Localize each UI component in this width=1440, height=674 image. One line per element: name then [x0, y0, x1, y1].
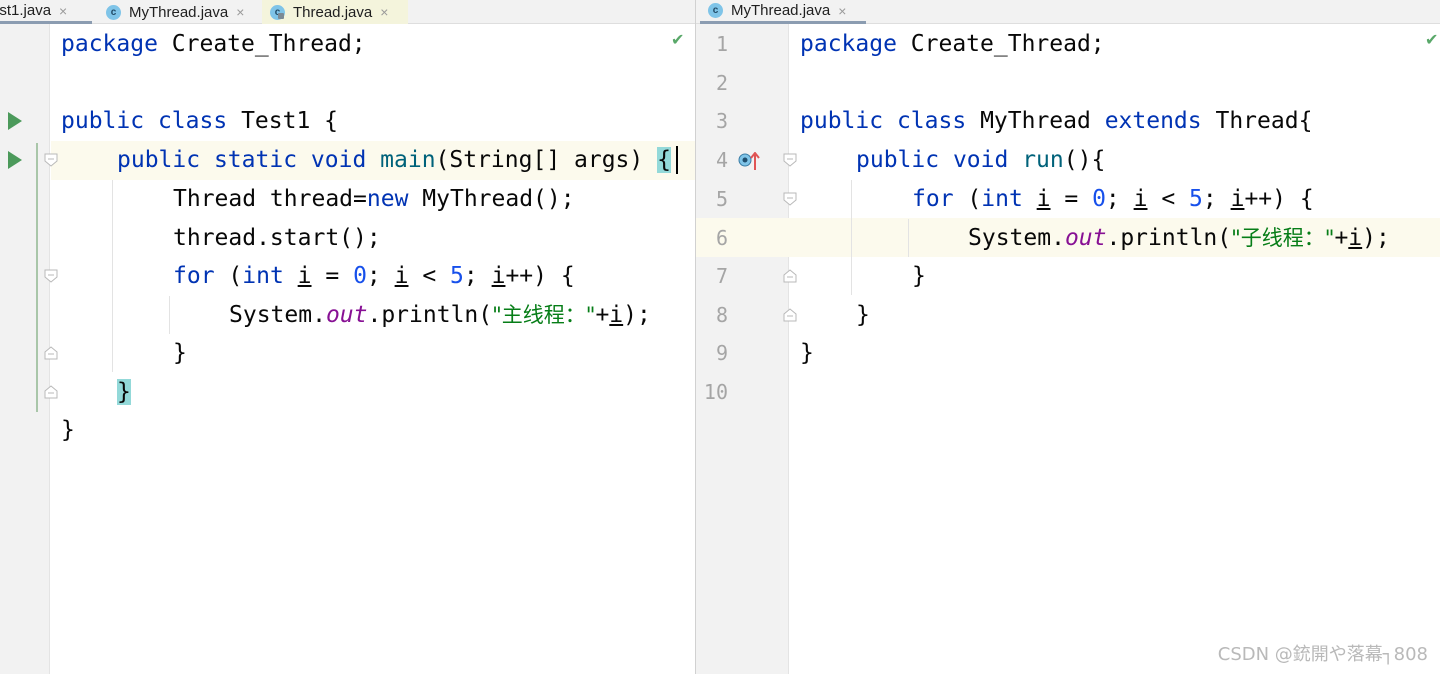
- brace-match-highlight: {: [657, 147, 671, 173]
- inspection-ok-icon: ✔: [671, 30, 685, 49]
- code-line-9[interactable]: }: [173, 334, 187, 373]
- code-line-4[interactable]: public void run(){: [856, 141, 1105, 180]
- tab-mythread-java[interactable]: c MyThread.java ×: [700, 0, 866, 24]
- right-editor-pane: c MyThread.java × 1 2 3 4 5 6 7 8 9 10 ✔…: [696, 0, 1440, 674]
- indent-guide: [112, 180, 113, 372]
- line-number: 6: [715, 226, 728, 250]
- code-line-7[interactable]: for (int i = 0; i < 5; i++) {: [173, 257, 575, 296]
- tab-thread-java[interactable]: c Thread.java ×: [262, 0, 408, 24]
- code-line-8[interactable]: System.out.println("主线程："+i);: [229, 296, 651, 335]
- tab-label: MyThread.java: [129, 3, 229, 21]
- tab-test1-java[interactable]: est1.java ×: [0, 0, 92, 24]
- close-icon[interactable]: ×: [59, 3, 67, 19]
- code-line-3[interactable]: public class MyThread extends Thread{: [800, 102, 1312, 141]
- watermark: CSDN @銃開や落幕┐808: [1217, 644, 1428, 665]
- line-number: 1: [715, 32, 728, 56]
- brace-match-highlight: }: [117, 379, 131, 405]
- class-icon: c: [106, 4, 121, 20]
- fold-open-icon[interactable]: [43, 152, 59, 168]
- run-main-icon[interactable]: [8, 151, 22, 169]
- code-line-6[interactable]: thread.start();: [173, 219, 381, 258]
- inspection-ok-icon: ✔: [1425, 30, 1439, 49]
- left-tab-bar: est1.java × c MyThread.java × c Thread.j…: [0, 0, 695, 24]
- line-number: 7: [715, 264, 728, 288]
- line-number: 4: [715, 148, 728, 172]
- code-line-7[interactable]: }: [912, 257, 926, 296]
- code-line-5[interactable]: for (int i = 0; i < 5; i++) {: [912, 180, 1314, 219]
- tab-label: Thread.java: [293, 3, 373, 21]
- code-line-1[interactable]: package Create_Thread;: [800, 25, 1105, 64]
- fold-open-icon[interactable]: [782, 191, 798, 207]
- tab-label: est1.java: [0, 2, 52, 19]
- right-tab-bar: c MyThread.java ×: [696, 0, 1440, 24]
- tab-mythread-java[interactable]: c MyThread.java ×: [98, 0, 260, 24]
- code-line-3[interactable]: public class Test1 {: [61, 102, 338, 141]
- override-method-icon[interactable]: [738, 151, 762, 176]
- indent-guide: [169, 296, 170, 334]
- line-number: 8: [715, 303, 728, 327]
- code-line-11[interactable]: }: [61, 411, 75, 450]
- code-line-9[interactable]: }: [800, 334, 814, 373]
- code-line-10[interactable]: }: [117, 373, 131, 412]
- run-class-icon[interactable]: [8, 112, 22, 130]
- fold-open-icon[interactable]: [782, 152, 798, 168]
- tab-label: MyThread.java: [731, 2, 831, 19]
- left-editor-pane: est1.java × c MyThread.java × c Thread.j…: [0, 0, 695, 674]
- code-line-8[interactable]: }: [856, 296, 870, 335]
- line-number: 5: [715, 187, 728, 211]
- fold-close-icon[interactable]: [782, 307, 798, 323]
- indent-guide: [851, 180, 852, 295]
- fold-close-icon[interactable]: [43, 384, 59, 400]
- close-icon[interactable]: ×: [380, 4, 388, 20]
- line-number: 2: [715, 71, 728, 95]
- line-number: 10: [703, 380, 728, 404]
- class-icon: c: [708, 3, 723, 18]
- indent-guide: [908, 219, 909, 257]
- class-locked-icon: c: [270, 4, 285, 20]
- vcs-change-marker: [36, 143, 38, 412]
- text-caret: [676, 146, 678, 174]
- close-icon[interactable]: ×: [838, 3, 846, 19]
- fold-close-icon[interactable]: [43, 345, 59, 361]
- close-icon[interactable]: ×: [236, 4, 244, 20]
- line-number: 9: [715, 341, 728, 365]
- code-line-5[interactable]: Thread thread=new MyThread();: [173, 180, 575, 219]
- code-line-1[interactable]: package Create_Thread;: [61, 25, 366, 64]
- fold-close-icon[interactable]: [782, 268, 798, 284]
- line-number: 3: [715, 109, 728, 133]
- code-line-4[interactable]: public static void main(String[] args) {: [117, 141, 671, 180]
- code-line-6[interactable]: System.out.println("子线程："+i);: [968, 219, 1390, 258]
- fold-open-icon[interactable]: [43, 268, 59, 284]
